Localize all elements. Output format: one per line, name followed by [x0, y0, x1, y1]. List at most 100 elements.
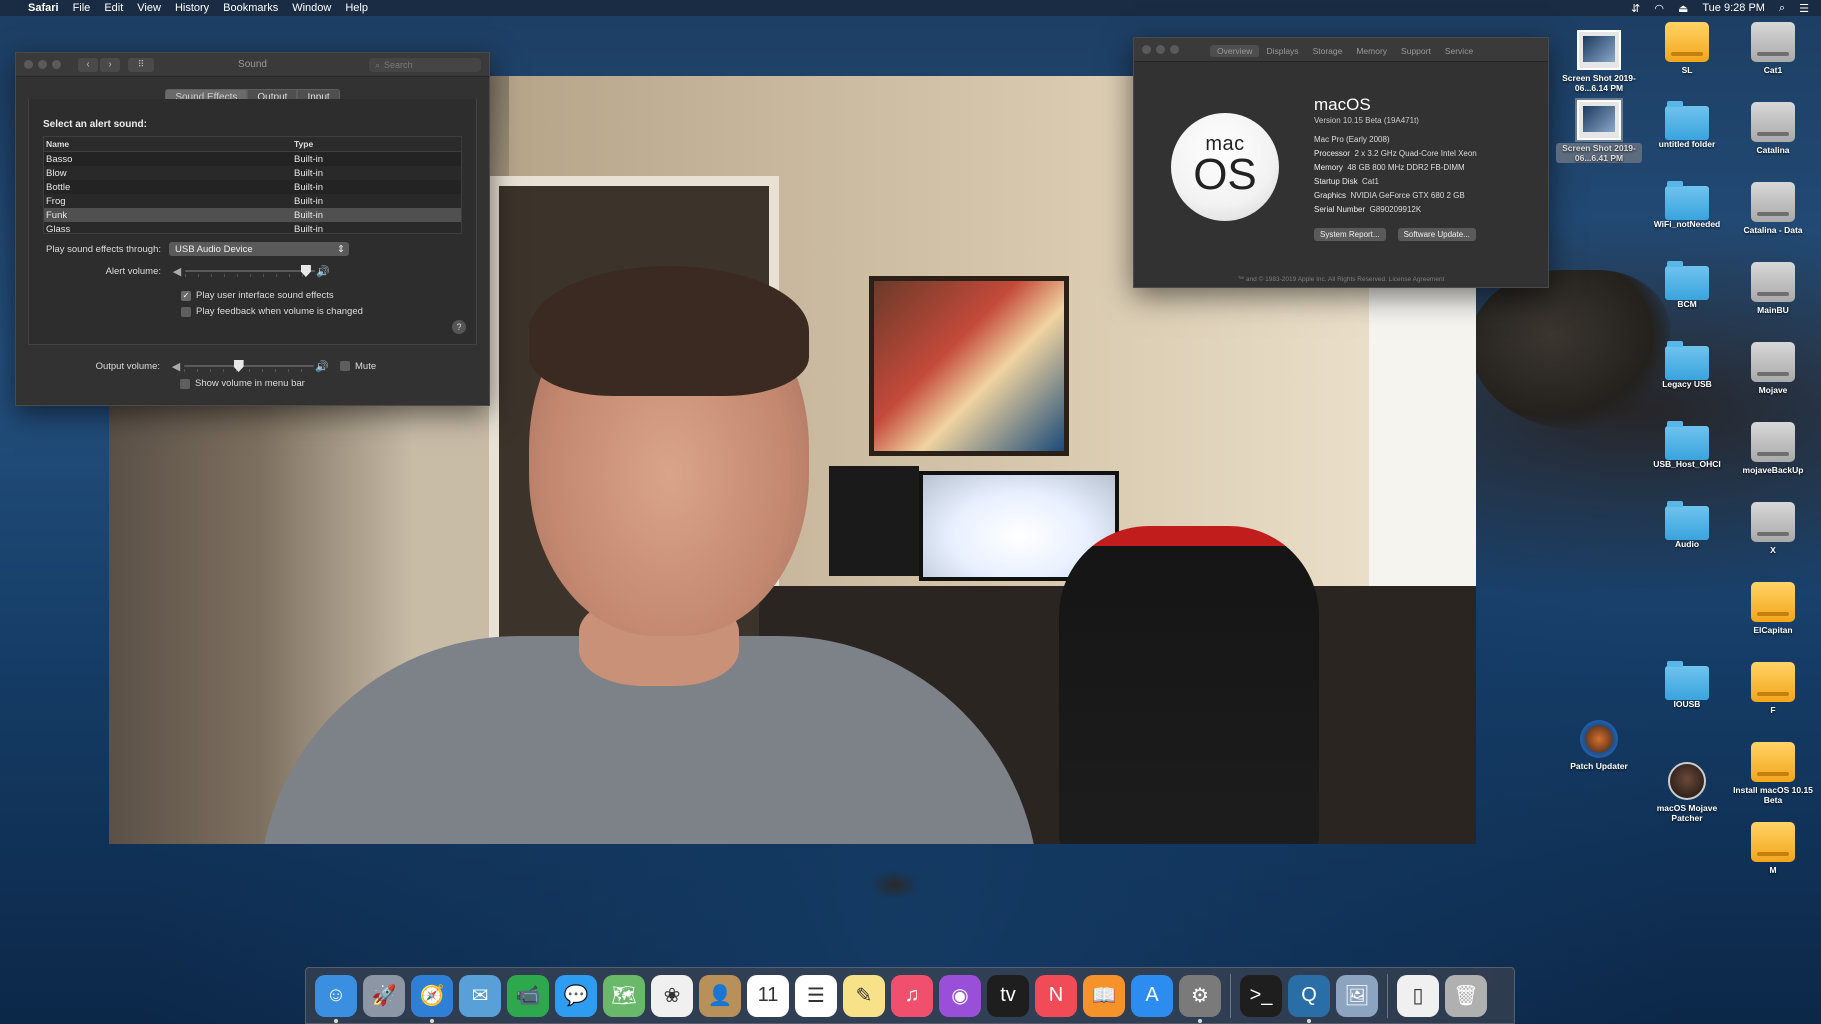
- feedback-checkbox[interactable]: [181, 306, 191, 317]
- alert-volume-slider[interactable]: [185, 264, 315, 278]
- photos-icon[interactable]: ❀: [651, 974, 693, 1017]
- sound-titlebar[interactable]: ‹ › ⠿ Sound ⌕ Search: [16, 53, 489, 77]
- system-preferences-icon[interactable]: ⚙: [1179, 974, 1221, 1023]
- safari-icon[interactable]: 🧭: [411, 974, 453, 1023]
- forward-button[interactable]: ›: [100, 57, 120, 72]
- desktop-icon[interactable]: USB_Host_OHCI: [1644, 421, 1730, 469]
- minimize-button[interactable]: [38, 60, 47, 69]
- about-titlebar[interactable]: Overview Displays Storage Memory Support…: [1134, 38, 1548, 62]
- tab-storage[interactable]: Storage: [1306, 45, 1350, 57]
- minimize-button[interactable]: [1156, 45, 1165, 54]
- desktop-icon[interactable]: Catalina - Data: [1730, 182, 1816, 235]
- mute-row[interactable]: Mute: [340, 361, 376, 372]
- ui-sounds-checkbox[interactable]: ✓: [181, 290, 191, 301]
- app-store-icon[interactable]: A: [1131, 974, 1173, 1017]
- books-icon[interactable]: 📖: [1083, 974, 1125, 1017]
- menu-safari[interactable]: Safari: [28, 2, 59, 14]
- desktop-icon[interactable]: MainBU: [1730, 262, 1816, 315]
- table-row[interactable]: Blow Built-in: [44, 166, 461, 180]
- desktop-icon[interactable]: Patch Updater: [1556, 720, 1642, 771]
- launchpad-icon[interactable]: 🚀: [363, 974, 405, 1017]
- calendar-icon[interactable]: 11: [747, 974, 789, 1017]
- facetime-icon[interactable]: 📹: [507, 974, 549, 1017]
- close-button[interactable]: [1142, 45, 1151, 54]
- help-button[interactable]: ?: [452, 320, 466, 334]
- desktop-icon[interactable]: Screen Shot 2019-06...6.41 PM: [1556, 98, 1642, 163]
- software-update-button[interactable]: Software Update...: [1397, 228, 1476, 241]
- quicktime-icon[interactable]: Q: [1288, 974, 1330, 1023]
- column-header-type[interactable]: Type: [294, 139, 459, 149]
- desktop-icon[interactable]: macOS Mojave Patcher: [1644, 762, 1730, 823]
- desktop-icon[interactable]: ElCapitan: [1730, 582, 1816, 635]
- desktop-icon[interactable]: F: [1730, 662, 1816, 715]
- desktop-icon[interactable]: BCM: [1644, 261, 1730, 309]
- tv-icon[interactable]: tv: [987, 974, 1029, 1017]
- table-row[interactable]: Glass Built-in: [44, 222, 461, 233]
- tab-displays[interactable]: Displays: [1259, 45, 1305, 57]
- zoom-button[interactable]: [52, 60, 61, 69]
- menu-help[interactable]: Help: [345, 2, 368, 14]
- reminders-icon[interactable]: ☰: [795, 974, 837, 1017]
- finder-icon[interactable]: ☺: [315, 974, 357, 1023]
- mail-icon[interactable]: ✉: [459, 974, 501, 1017]
- show-volume-row[interactable]: Show volume in menu bar: [180, 378, 489, 389]
- terminal-icon[interactable]: >_: [1240, 974, 1282, 1017]
- table-row[interactable]: Frog Built-in: [44, 194, 461, 208]
- menu-bookmarks[interactable]: Bookmarks: [223, 2, 278, 14]
- mute-checkbox[interactable]: [340, 361, 350, 371]
- desktop-icon[interactable]: M: [1730, 822, 1816, 875]
- wifi-icon[interactable]: ◠: [1654, 2, 1664, 15]
- messages-icon[interactable]: 💬: [555, 974, 597, 1017]
- spotlight-search-icon[interactable]: ⌕: [1779, 2, 1785, 15]
- desktop-icon[interactable]: Legacy USB: [1644, 341, 1730, 389]
- trash-icon[interactable]: 🗑: [1445, 974, 1487, 1017]
- search-input[interactable]: ⌕ Search: [369, 58, 481, 72]
- menu-file[interactable]: File: [73, 2, 91, 14]
- column-header-name[interactable]: Name: [46, 139, 294, 149]
- maps-icon[interactable]: 🗺: [603, 974, 645, 1017]
- sync-status-icon[interactable]: ⇵: [1631, 2, 1640, 15]
- table-row[interactable]: Bottle Built-in: [44, 180, 461, 194]
- desktop-icon[interactable]: SL: [1644, 22, 1730, 75]
- feedback-row[interactable]: Play feedback when volume is changed: [181, 306, 476, 317]
- desktop-icon[interactable]: Mojave: [1730, 342, 1816, 395]
- menu-window[interactable]: Window: [292, 2, 331, 14]
- desktop-icon[interactable]: Catalina: [1730, 102, 1816, 155]
- news-icon[interactable]: N: [1035, 974, 1077, 1017]
- table-row-selected[interactable]: Funk Built-in: [44, 208, 461, 222]
- notification-center-icon[interactable]: ☰: [1799, 2, 1809, 15]
- desktop-icon[interactable]: IOUSB: [1644, 661, 1730, 709]
- tab-service[interactable]: Service: [1438, 45, 1480, 57]
- menu-edit[interactable]: Edit: [104, 2, 123, 14]
- music-icon[interactable]: ♫: [891, 974, 933, 1017]
- podcasts-icon[interactable]: ◉: [939, 974, 981, 1017]
- output-volume-slider[interactable]: [184, 359, 314, 373]
- menu-history[interactable]: History: [175, 2, 209, 14]
- system-report-button[interactable]: System Report...: [1314, 228, 1386, 241]
- desktop-icon[interactable]: Install macOS 10.15 Beta: [1730, 742, 1816, 805]
- desktop-icon[interactable]: Screen Shot 2019-06...6.14 PM: [1556, 30, 1642, 93]
- show-volume-checkbox[interactable]: [180, 378, 190, 389]
- desktop-icon[interactable]: Cat1: [1730, 22, 1816, 75]
- desktop-icon[interactable]: untitled folder: [1644, 101, 1730, 149]
- zoom-button[interactable]: [1170, 45, 1179, 54]
- ui-sounds-row[interactable]: ✓ Play user interface sound effects: [181, 290, 476, 301]
- table-row[interactable]: Basso Built-in: [44, 152, 461, 166]
- show-all-grid-icon[interactable]: ⠿: [128, 57, 154, 72]
- menu-view[interactable]: View: [137, 2, 161, 14]
- desktop-icon[interactable]: mojaveBackUp: [1730, 422, 1816, 475]
- desktop-icon[interactable]: Audio: [1644, 501, 1730, 549]
- menu-clock[interactable]: Tue 9:28 PM: [1702, 2, 1765, 14]
- tab-memory[interactable]: Memory: [1349, 45, 1394, 57]
- desktop-icon[interactable]: X: [1730, 502, 1816, 555]
- back-button[interactable]: ‹: [78, 57, 98, 72]
- contacts-icon[interactable]: 👤: [699, 974, 741, 1017]
- desktop-icon[interactable]: WiFi_notNeeded: [1644, 181, 1730, 229]
- tab-overview[interactable]: Overview: [1210, 45, 1260, 57]
- preview-icon[interactable]: 🖼: [1336, 974, 1378, 1017]
- close-button[interactable]: [24, 60, 33, 69]
- notes-icon[interactable]: ✎: [843, 974, 885, 1017]
- tab-support[interactable]: Support: [1394, 45, 1438, 57]
- eject-icon[interactable]: ⏏: [1678, 2, 1688, 15]
- document-icon[interactable]: ▯: [1397, 974, 1439, 1017]
